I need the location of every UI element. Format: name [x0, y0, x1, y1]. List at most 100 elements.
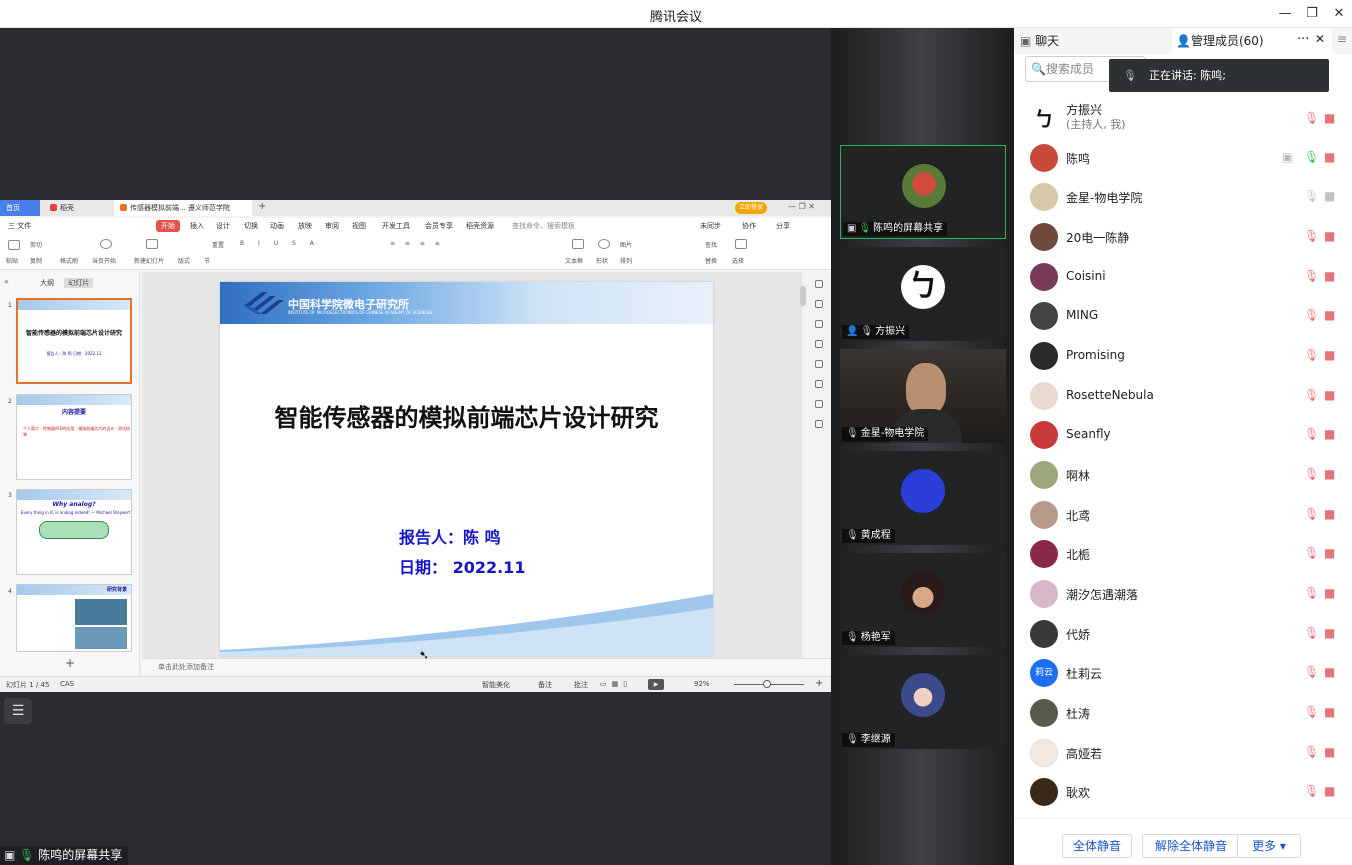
member-row[interactable]: 北鸢 🎙 ■: [1014, 496, 1352, 534]
video-tile[interactable]: 🎙 李继源: [840, 655, 1006, 749]
zoom-in-icon[interactable]: +: [815, 678, 823, 689]
mic-muted-icon[interactable]: 🎙: [1304, 705, 1319, 719]
camera-off-icon[interactable]: ■: [1324, 427, 1335, 441]
menu-transition[interactable]: 切换: [244, 221, 258, 231]
mic-muted-icon[interactable]: 🎙: [1304, 507, 1319, 521]
copy-label[interactable]: 复制: [30, 256, 42, 265]
close-icon[interactable]: ✕: [1329, 4, 1349, 24]
tool-icon[interactable]: [815, 340, 823, 348]
camera-off-icon[interactable]: ■: [1324, 150, 1335, 164]
play-from-current-icon[interactable]: [100, 239, 112, 249]
tab-presentation[interactable]: 传感器模拟前端... 遵义师范学院: [114, 200, 252, 216]
camera-off-icon[interactable]: ■: [1324, 705, 1335, 719]
mic-muted-icon[interactable]: 🎙: [1304, 308, 1319, 322]
paste-icon[interactable]: [8, 240, 20, 250]
member-row[interactable]: 啊林 🎙 ■: [1014, 456, 1352, 494]
paragraph-icons[interactable]: ≡ ≡ ≡ ≡: [390, 240, 444, 247]
textbox-icon[interactable]: [572, 239, 584, 249]
menu-view[interactable]: 视图: [352, 221, 366, 231]
tool-icon[interactable]: [815, 380, 823, 388]
mic-muted-icon[interactable]: 🎙: [1304, 784, 1319, 798]
member-row[interactable]: 杜涛 🎙 ■: [1014, 694, 1352, 732]
slide-thumbnail[interactable]: 内容提要 个人简介 · 传感器AFE的应用 · 模拟前端芯片的设计 · 测试结果: [16, 394, 132, 480]
video-tile[interactable]: 🎙 杨艳军: [840, 553, 1006, 647]
tool-icon[interactable]: [815, 420, 823, 428]
font-style-icons[interactable]: B I U S A: [240, 240, 320, 247]
current-slide[interactable]: 中国科学院微电子研究所 INSTITUTE OF MICROELECTRONIC…: [220, 282, 713, 656]
menu-unsynced[interactable]: 未同步: [700, 221, 721, 231]
camera-off-icon[interactable]: ■: [1324, 507, 1335, 521]
tool-icon[interactable]: [815, 400, 823, 408]
view-mode-icons[interactable]: ▭▦▯: [600, 680, 632, 688]
select-icon[interactable]: [735, 239, 747, 249]
camera-off-icon[interactable]: ■: [1324, 308, 1335, 322]
menu-slideshow[interactable]: 放映: [298, 221, 312, 231]
find-label[interactable]: 查找: [705, 240, 717, 249]
slide-thumbnail[interactable]: 智能传感器的模拟前端芯片设计研究 报告人：陈 鸣 日期：2022.11: [16, 298, 132, 384]
mic-muted-icon[interactable]: 🎙: [1304, 427, 1319, 441]
slide-scrollbar[interactable]: [800, 286, 806, 306]
video-tile[interactable]: ㄅ 👤 🎙 方振兴: [840, 247, 1006, 341]
more-options-icon[interactable]: ···: [1297, 32, 1309, 47]
menu-developer[interactable]: 开发工具: [382, 221, 410, 231]
member-row[interactable]: 高娅若 🎙 ■: [1014, 734, 1352, 772]
more-button[interactable]: 更多 ▾: [1237, 834, 1301, 858]
mic-icon[interactable]: 🎙: [1304, 189, 1319, 203]
tool-icon[interactable]: [815, 300, 823, 308]
camera-off-icon[interactable]: ■: [1324, 111, 1335, 125]
new-tab-icon[interactable]: +: [258, 201, 266, 212]
command-search[interactable]: 查找命令、搜索模板: [512, 221, 575, 231]
collapse-pane-icon[interactable]: «: [4, 277, 9, 286]
mic-muted-icon[interactable]: 🎙: [1304, 388, 1319, 402]
tab-chat[interactable]: ▣ 聊天: [1020, 28, 1170, 54]
smart-beautify-button[interactable]: 智能美化: [482, 680, 510, 690]
mic-muted-icon[interactable]: 🎙: [1304, 626, 1319, 640]
member-row[interactable]: 金星-物电学院 🎙 ■: [1014, 178, 1352, 216]
mic-muted-icon[interactable]: 🎙: [1304, 745, 1319, 759]
menu-share[interactable]: 分享: [776, 221, 790, 231]
video-tile[interactable]: 🎙 金星-物电学院: [840, 349, 1006, 443]
camera-off-icon[interactable]: ■: [1324, 269, 1335, 283]
camera-off-icon[interactable]: ■: [1324, 784, 1335, 798]
camera-off-icon[interactable]: ■: [1324, 626, 1335, 640]
tool-icon[interactable]: [815, 360, 823, 368]
member-row[interactable]: 莉云 杜莉云 🎙 ■: [1014, 654, 1352, 692]
mic-muted-icon[interactable]: 🎙: [1304, 665, 1319, 679]
menu-collaborate[interactable]: 协作: [742, 221, 756, 231]
mic-muted-icon[interactable]: 🎙: [1304, 467, 1319, 481]
camera-off-icon[interactable]: ■: [1324, 586, 1335, 600]
close-panel-icon[interactable]: ✕: [1315, 32, 1325, 46]
mic-muted-icon[interactable]: 🎙: [1304, 269, 1319, 283]
play-slideshow-button[interactable]: ▶: [648, 679, 664, 690]
member-row[interactable]: ㄅ 方振兴 (主持人, 我) 🎙 ■: [1014, 100, 1352, 138]
camera-off-icon[interactable]: ■: [1324, 546, 1335, 560]
replace-label[interactable]: 替换: [705, 256, 717, 265]
mic-on-icon[interactable]: 🎙: [1304, 150, 1319, 164]
camera-off-icon[interactable]: ■: [1324, 665, 1335, 679]
video-tile[interactable]: 🎙 黄成程: [840, 451, 1006, 545]
tab-outline[interactable]: 大纲: [40, 279, 54, 287]
section-label[interactable]: 节: [204, 256, 210, 265]
member-row[interactable]: Coisini 🎙 ■: [1014, 258, 1352, 296]
camera-off-icon[interactable]: ■: [1324, 388, 1335, 402]
tab-slides[interactable]: 幻灯片: [64, 278, 94, 288]
comment-toggle[interactable]: 批注: [574, 680, 588, 690]
menu-docer-resources[interactable]: 稻壳资源: [466, 221, 494, 231]
picture-label[interactable]: 图片: [620, 240, 632, 249]
add-slide-button[interactable]: +: [65, 656, 75, 670]
member-row[interactable]: 20电一陈静 🎙 ■: [1014, 218, 1352, 256]
notes-toggle[interactable]: 备注: [538, 680, 552, 690]
slide-thumbnail[interactable]: 研究背景: [16, 584, 132, 652]
camera-off-icon[interactable]: ■: [1324, 348, 1335, 362]
zoom-slider-handle[interactable]: [763, 680, 771, 688]
menu-start[interactable]: 开始: [156, 220, 180, 232]
video-tile[interactable]: ▣ 🎙 陈鸣的屏幕共享: [840, 145, 1006, 239]
unmute-all-button[interactable]: 解除全体静音: [1142, 834, 1240, 858]
mic-muted-icon[interactable]: 🎙: [1304, 229, 1319, 243]
toolbar-menu-icon[interactable]: ☰: [4, 698, 32, 724]
menu-member[interactable]: 会员专享: [425, 221, 453, 231]
mute-all-button[interactable]: 全体静音: [1062, 834, 1132, 858]
tool-icon[interactable]: [815, 320, 823, 328]
login-button[interactable]: 立即登录: [735, 202, 768, 214]
camera-icon[interactable]: ■: [1324, 189, 1335, 203]
